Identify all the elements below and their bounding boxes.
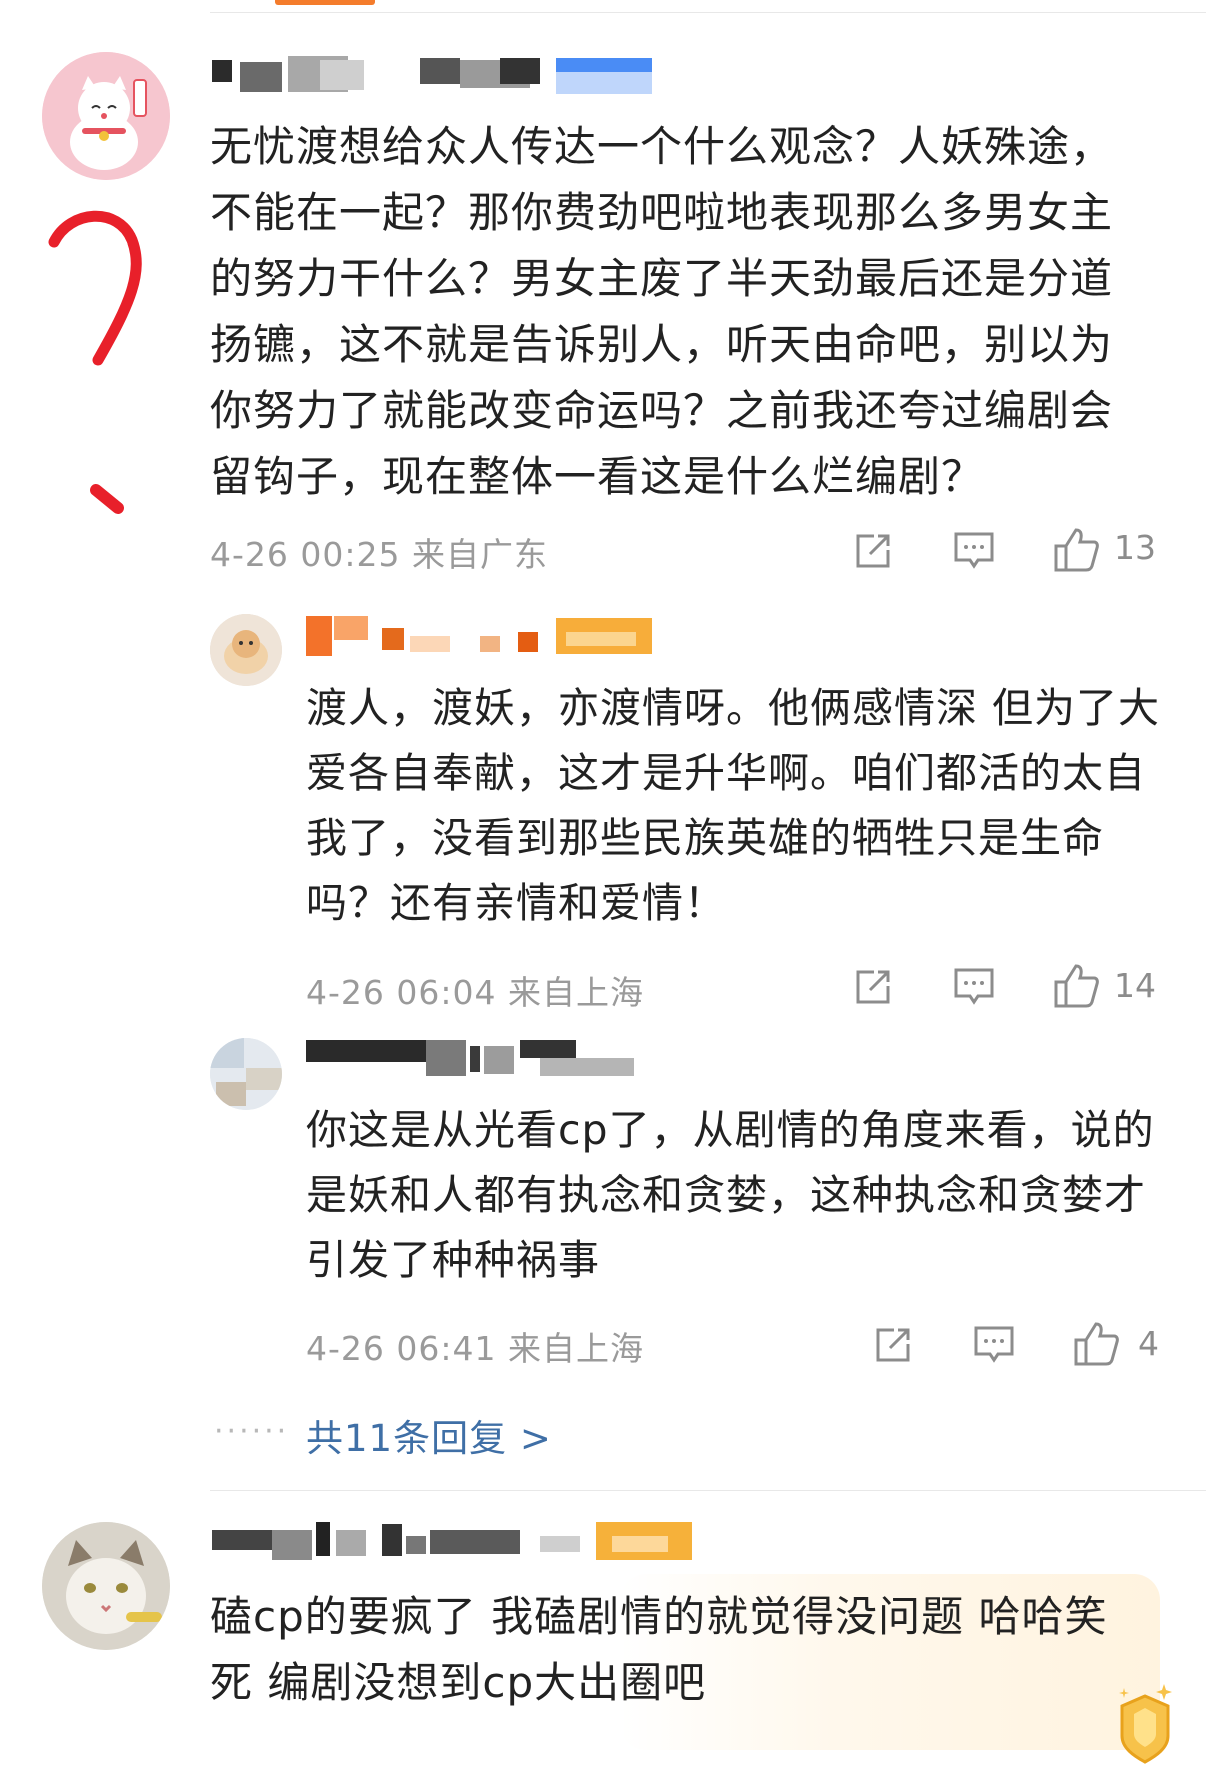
- share-icon[interactable]: [852, 966, 894, 1008]
- active-tab-indicator: [275, 0, 375, 5]
- comment-icon[interactable]: [952, 966, 996, 1008]
- divider: [210, 1490, 1206, 1491]
- more-replies-link[interactable]: 共11条回复 >: [306, 1408, 552, 1462]
- share-icon[interactable]: [852, 530, 894, 572]
- share-icon[interactable]: [872, 1324, 914, 1366]
- comment-icon[interactable]: [952, 530, 996, 572]
- reply-text: 你这是从光看cp了，从剧情的角度来看，说的是妖和人都有执念和贪婪，这种执念和贪婪…: [306, 1106, 1155, 1284]
- comment-meta: 4-26 00:25 来自广东: [210, 535, 548, 574]
- avatar[interactable]: [210, 1038, 282, 1110]
- reply-text: 渡人，渡妖，亦渡情呀。他俩感情深 但为了大爱各自奉献，这才是升华啊。咱们都活的太…: [306, 684, 1161, 927]
- avatar[interactable]: [42, 52, 170, 180]
- avatar[interactable]: [210, 614, 282, 686]
- avatar[interactable]: [42, 1522, 170, 1650]
- like-count: 4: [1138, 1324, 1159, 1363]
- comment-text: 磕cp的要疯了 我磕剧情的就觉得没问题 哈哈笑死 编剧没想到cp大出圈吧: [210, 1592, 1108, 1707]
- like-icon[interactable]: [1052, 962, 1100, 1010]
- comment-text: 无忧渡想给众人传达一个什么观念？人妖殊途，不能在一起？那你费劲吧啦地表现那么多男…: [210, 122, 1114, 501]
- reply-meta: 4-26 06:41 来自上海: [306, 1329, 644, 1368]
- comment-icon[interactable]: [972, 1324, 1016, 1366]
- divider: [210, 12, 1206, 13]
- reply-meta: 4-26 06:04 来自上海: [306, 973, 644, 1012]
- like-count: 14: [1114, 966, 1156, 1005]
- like-icon[interactable]: [1072, 1320, 1120, 1368]
- like-count: 13: [1114, 528, 1156, 567]
- like-icon[interactable]: [1052, 526, 1100, 574]
- red-question-annotation-icon: [48, 210, 142, 514]
- badge-icon: [1110, 1676, 1180, 1766]
- ellipsis-dots-icon: ······: [214, 1414, 290, 1449]
